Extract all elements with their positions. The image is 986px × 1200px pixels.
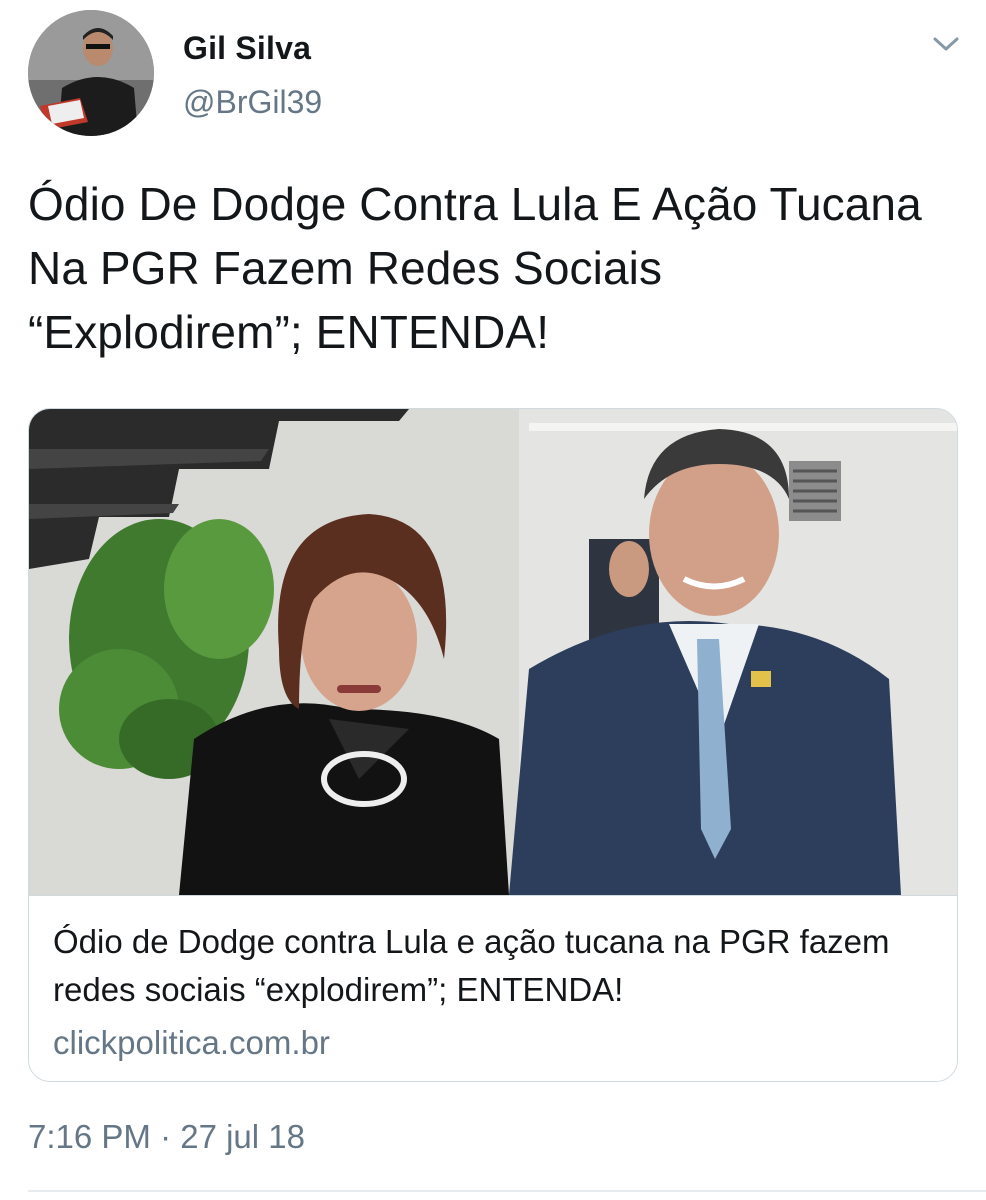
divider — [28, 1190, 986, 1192]
display-name[interactable]: Gil Silva — [183, 30, 311, 67]
avatar[interactable] — [28, 10, 154, 136]
link-card[interactable]: Ódio de Dodge contra Lula e ação tucana … — [28, 408, 958, 1082]
chevron-down-icon[interactable] — [928, 30, 964, 58]
avatar-photo — [28, 10, 154, 136]
card-image — [29, 409, 957, 895]
card-body: Ódio de Dodge contra Lula e ação tucana … — [29, 895, 957, 1081]
tweet-timestamp[interactable]: 7:16 PM · 27 jul 18 — [28, 1118, 305, 1156]
user-handle[interactable]: @BrGil39 — [183, 84, 322, 121]
tweet: Gil Silva @BrGil39 Ódio De Dodge Contra … — [0, 0, 986, 1200]
tweet-text: Ódio De Dodge Contra Lula E Ação Tucana … — [28, 178, 922, 358]
card-domain[interactable]: clickpolitica.com.br — [53, 1024, 330, 1062]
card-title[interactable]: Ódio de Dodge contra Lula e ação tucana … — [53, 918, 933, 1014]
